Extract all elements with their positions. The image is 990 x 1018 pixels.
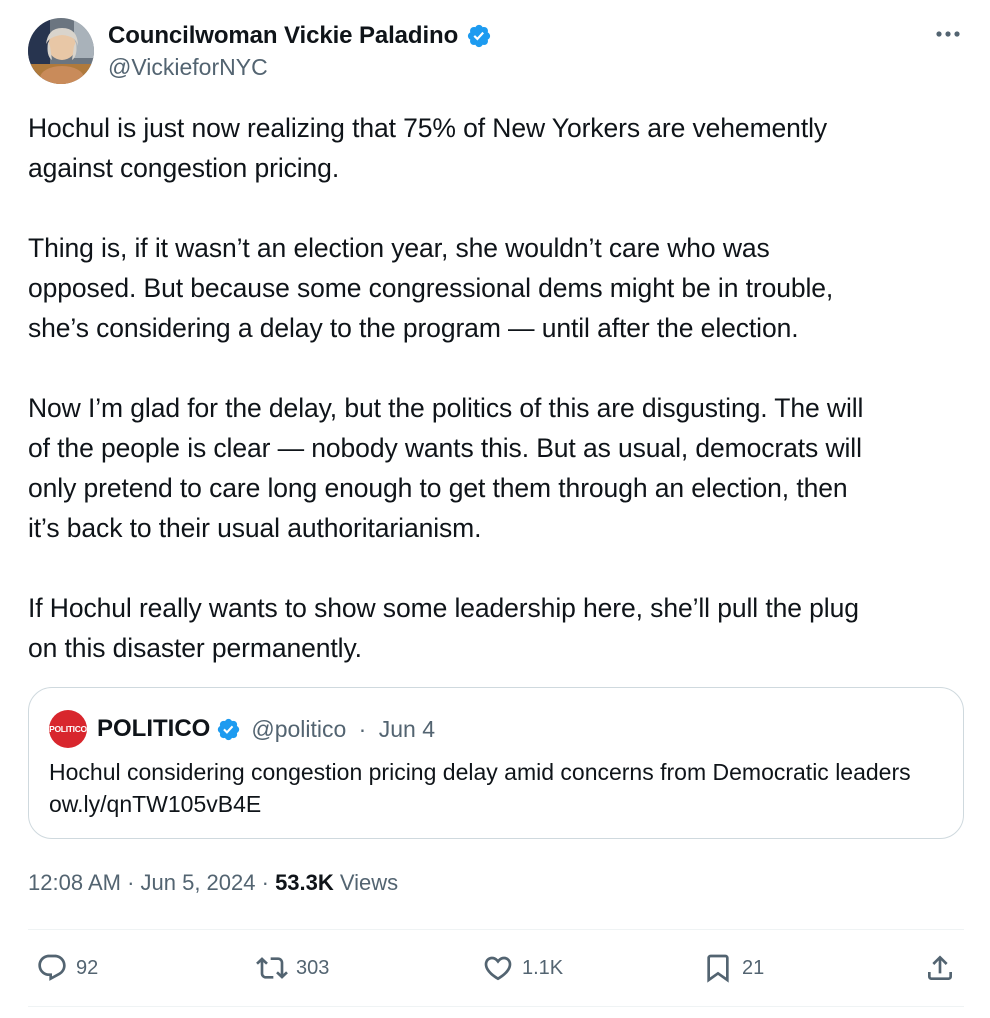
views-label: Views: [333, 870, 399, 895]
repost-icon: [256, 957, 288, 979]
reply-button[interactable]: 92: [36, 952, 98, 984]
tweet-text: Hochul is just now realizing that 75% of…: [28, 113, 864, 663]
repost-button[interactable]: 303: [256, 952, 329, 984]
author-avatar[interactable]: [28, 18, 94, 84]
tweet-meta-row: 12:08 AM · Jun 5, 2024 · 53.3K Views: [28, 870, 398, 896]
quoted-display-name: POLITICO: [97, 715, 211, 742]
more-options-button[interactable]: [930, 20, 966, 48]
reply-count: 92: [76, 956, 99, 979]
bookmark-icon: [707, 954, 729, 983]
share-button[interactable]: [924, 952, 956, 984]
author-name-row: Councilwoman Vickie Paladino: [108, 20, 492, 52]
tweet-action-bar: 92 303 1.1K 21: [28, 946, 964, 994]
quoted-separator: ·: [352, 715, 373, 742]
quoted-tweet-header: POLITICO POLITICO @politico · Jun 4: [49, 710, 435, 748]
like-button[interactable]: 1.1K: [482, 952, 563, 984]
quoted-tweet-text: Hochul considering congestion pricing de…: [49, 759, 911, 817]
reply-icon: [38, 954, 66, 981]
avatar-photo: [28, 18, 94, 84]
bookmark-button[interactable]: 21: [702, 952, 764, 984]
meta-separator: ·: [255, 870, 276, 895]
quoted-date: Jun 4: [378, 715, 436, 742]
views-count: 53.3K: [275, 870, 334, 895]
more-dots-icon: [936, 31, 960, 37]
tweet-time[interactable]: 12:08 AM: [28, 870, 121, 896]
bookmark-count: 21: [742, 956, 765, 979]
heart-icon: [484, 956, 512, 981]
tweet-date[interactable]: Jun 5, 2024: [141, 870, 256, 896]
quoted-tweet-card[interactable]: POLITICO POLITICO @politico · Jun 4 Hoch…: [28, 687, 964, 839]
share-icon: [928, 955, 952, 980]
divider-bottom: [28, 1006, 964, 1007]
verified-badge-icon[interactable]: [466, 23, 492, 49]
politico-logo: POLITICO: [49, 710, 87, 748]
author-display-name[interactable]: Councilwoman Vickie Paladino: [108, 22, 458, 50]
repost-count: 303: [296, 956, 330, 979]
divider-top: [28, 929, 964, 930]
quoted-verified-badge-icon: [218, 718, 240, 740]
meta-separator: ·: [120, 870, 141, 895]
author-handle[interactable]: @VickieforNYC: [108, 54, 268, 81]
quoted-handle: @politico: [251, 715, 347, 742]
like-count: 1.1K: [522, 956, 564, 979]
